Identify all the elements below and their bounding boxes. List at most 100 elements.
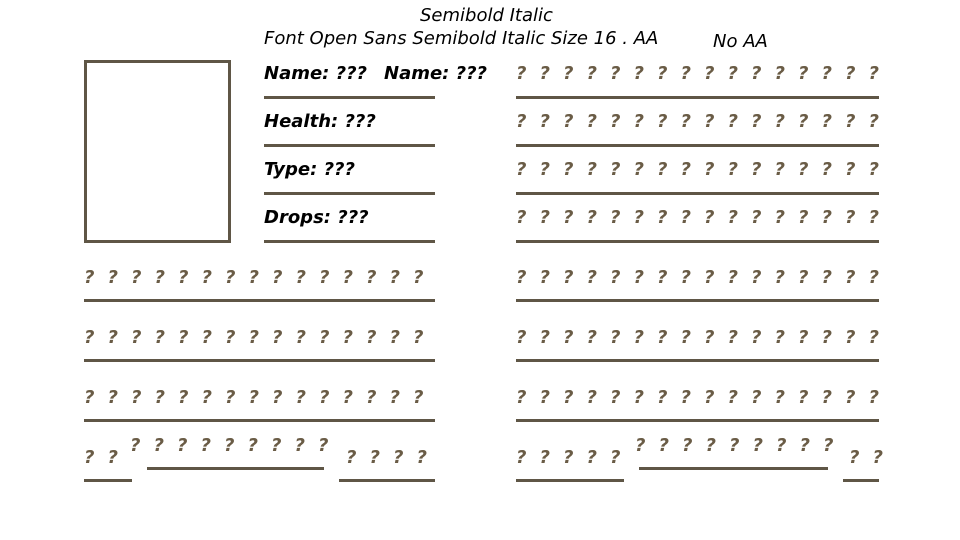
placeholder-glyph: ? — [610, 267, 621, 288]
placeholder-glyph: ? — [346, 447, 357, 468]
placeholder-glyph: ? — [295, 267, 306, 288]
placeholder-glyph: ? — [821, 63, 832, 84]
placeholder-glyph: ? — [516, 63, 527, 84]
right-rule — [516, 359, 879, 362]
placeholder-glyph: ? — [586, 159, 597, 180]
placeholder-glyph: ? — [563, 207, 574, 228]
placeholder-glyph: ? — [563, 327, 574, 348]
placeholder-glyph: ? — [366, 267, 377, 288]
placeholder-glyph: ? — [657, 207, 668, 228]
placeholder-glyph: ? — [201, 387, 212, 408]
left-rule — [84, 359, 435, 362]
placeholder-glyph: ? — [823, 435, 834, 456]
type-label: Type: ??? — [264, 159, 355, 180]
left-bottom-rule-b — [147, 467, 324, 470]
placeholder-glyph: ? — [868, 267, 879, 288]
placeholder-glyph: ? — [705, 435, 716, 456]
placeholder-glyph: ? — [539, 207, 550, 228]
placeholder-glyph: ? — [774, 207, 785, 228]
placeholder-glyph: ? — [539, 387, 550, 408]
placeholder-glyph: ? — [295, 327, 306, 348]
placeholder-glyph: ? — [704, 207, 715, 228]
placeholder-glyph: ? — [516, 111, 527, 132]
placeholder-glyph: ? — [586, 267, 597, 288]
portrait-frame — [84, 60, 231, 243]
placeholder-glyph: ? — [294, 435, 305, 456]
placeholder-glyph: ? — [610, 111, 621, 132]
placeholder-glyph: ? — [107, 387, 118, 408]
placeholder-glyph: ? — [680, 267, 691, 288]
placeholder-glyph: ? — [751, 111, 762, 132]
placeholder-glyph: ? — [704, 111, 715, 132]
right-bottom-end: ?? — [849, 447, 896, 468]
placeholder-glyph: ? — [657, 111, 668, 132]
placeholder-glyph: ? — [751, 387, 762, 408]
placeholder-glyph: ? — [516, 447, 527, 468]
placeholder-glyph: ? — [727, 387, 738, 408]
placeholder-glyph: ? — [845, 327, 856, 348]
placeholder-glyph: ? — [539, 267, 550, 288]
placeholder-glyph: ? — [247, 435, 258, 456]
placeholder-glyph: ? — [798, 267, 809, 288]
placeholder-glyph: ? — [178, 387, 189, 408]
placeholder-glyph: ? — [845, 63, 856, 84]
left-text-row: ??????????????? — [84, 267, 437, 288]
placeholder-glyph: ? — [131, 267, 142, 288]
right-rule — [516, 419, 879, 422]
placeholder-glyph: ? — [516, 159, 527, 180]
placeholder-glyph: ? — [107, 327, 118, 348]
placeholder-glyph: ? — [868, 207, 879, 228]
placeholder-glyph: ? — [821, 111, 832, 132]
placeholder-glyph: ? — [586, 447, 597, 468]
placeholder-glyph: ? — [704, 327, 715, 348]
right-text-row: ???????????????? — [516, 207, 892, 228]
placeholder-glyph: ? — [680, 387, 691, 408]
placeholder-glyph: ? — [225, 387, 236, 408]
placeholder-glyph: ? — [563, 387, 574, 408]
placeholder-glyph: ? — [563, 63, 574, 84]
placeholder-glyph: ? — [729, 435, 740, 456]
placeholder-glyph: ? — [610, 447, 621, 468]
placeholder-glyph: ? — [821, 327, 832, 348]
placeholder-glyph: ? — [201, 267, 212, 288]
placeholder-glyph: ? — [657, 327, 668, 348]
placeholder-glyph: ? — [416, 447, 427, 468]
placeholder-glyph: ? — [751, 327, 762, 348]
placeholder-glyph: ? — [563, 447, 574, 468]
placeholder-glyph: ? — [752, 435, 763, 456]
placeholder-glyph: ? — [798, 387, 809, 408]
left-bottom-rule-a — [84, 479, 132, 482]
placeholder-glyph: ? — [389, 267, 400, 288]
placeholder-glyph: ? — [845, 159, 856, 180]
name-label: Name: ??? — [264, 63, 367, 84]
placeholder-glyph: ? — [704, 159, 715, 180]
name-label-alt: Name: ??? — [384, 63, 487, 84]
placeholder-glyph: ? — [131, 387, 142, 408]
placeholder-glyph: ? — [633, 111, 644, 132]
placeholder-glyph: ? — [868, 387, 879, 408]
placeholder-glyph: ? — [774, 267, 785, 288]
placeholder-glyph: ? — [868, 327, 879, 348]
placeholder-glyph: ? — [539, 63, 550, 84]
placeholder-glyph: ? — [154, 327, 165, 348]
right-bottom-start: ????? — [516, 447, 634, 468]
placeholder-glyph: ? — [680, 63, 691, 84]
placeholder-glyph: ? — [751, 159, 762, 180]
placeholder-glyph: ? — [389, 387, 400, 408]
placeholder-glyph: ? — [776, 435, 787, 456]
right-text-row: ???????????????? — [516, 327, 892, 348]
placeholder-glyph: ? — [107, 267, 118, 288]
placeholder-glyph: ? — [130, 435, 141, 456]
placeholder-glyph: ? — [178, 327, 189, 348]
left-rule — [84, 419, 435, 422]
left-rule — [84, 299, 435, 302]
right-text-row: ???????????????? — [516, 111, 892, 132]
placeholder-glyph: ? — [727, 63, 738, 84]
placeholder-glyph: ? — [539, 327, 550, 348]
placeholder-glyph: ? — [657, 63, 668, 84]
type-rule — [264, 192, 435, 195]
placeholder-glyph: ? — [586, 387, 597, 408]
placeholder-glyph: ? — [319, 387, 330, 408]
slate-page: { "header": { "title": "Semibold Italic"… — [0, 0, 960, 540]
placeholder-glyph: ? — [868, 63, 879, 84]
